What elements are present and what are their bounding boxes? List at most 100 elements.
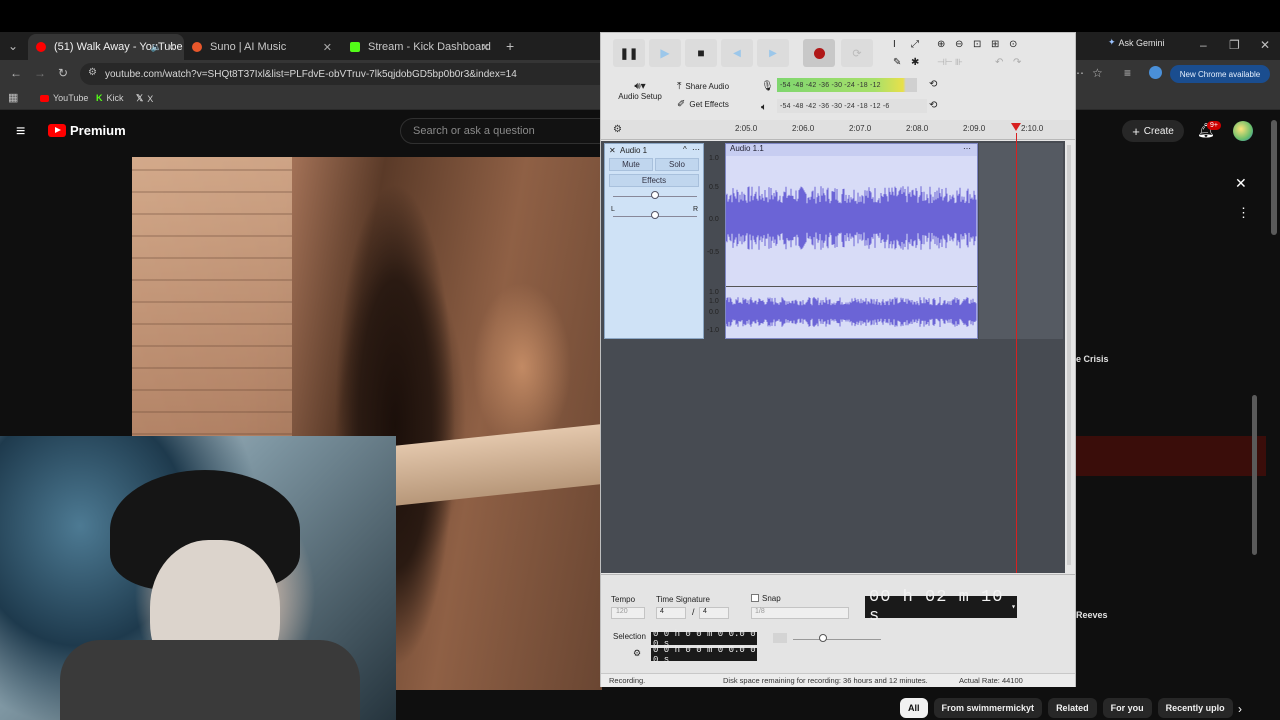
back-arrow-icon[interactable]: ← — [10, 66, 22, 80]
multi-tool-icon[interactable]: ✱ — [911, 57, 919, 68]
loop-button[interactable]: ⟳ — [841, 39, 873, 67]
undo-icon[interactable]: ↶ — [995, 57, 1003, 68]
record-button[interactable] — [803, 39, 835, 67]
skip-start-button[interactable]: ◀ — [721, 39, 753, 67]
bookmark-youtube[interactable]: YouTube — [40, 93, 88, 103]
address-bar[interactable]: ⚙ youtube.com/watch?v=SHQt8T37Ixl&list=P… — [80, 63, 610, 85]
close-window-icon[interactable]: ✕ — [1260, 38, 1270, 52]
track-menu-icon[interactable]: ⋯ — [692, 145, 700, 154]
draw-tool-icon[interactable]: ✎ — [893, 57, 901, 68]
time-sig-denominator[interactable]: 4 — [699, 607, 729, 619]
gain-slider-thumb[interactable] — [651, 191, 659, 199]
meter-options-icon[interactable]: ⟲ — [929, 79, 937, 90]
speed-slider-thumb[interactable] — [819, 634, 827, 642]
silence-icon[interactable]: ⊪ — [955, 57, 963, 68]
audio-clip[interactable]: Audio 1.1 ⋯ — [725, 143, 978, 339]
chip-for-you[interactable]: For you — [1102, 698, 1152, 718]
time-format-dropdown-icon[interactable]: ▾ — [1011, 602, 1017, 612]
tab-youtube[interactable]: (51) Walk Away - YouTube 🔈 ✕ — [28, 34, 184, 60]
selection-start-field[interactable]: 0 0 h 0 0 m 0 0.0 0 0 s — [651, 629, 757, 649]
close-track-icon[interactable]: ✕ — [609, 146, 616, 155]
close-tab-icon[interactable]: ✕ — [323, 41, 332, 54]
clip-menu-icon[interactable]: ⋯ — [963, 144, 971, 153]
mic-icon[interactable]: 🎙︎ — [761, 81, 774, 92]
site-info-icon[interactable]: ⚙ — [88, 67, 97, 78]
more-vert-icon[interactable]: ⋮ — [1237, 205, 1250, 221]
solo-button[interactable]: Solo — [655, 158, 699, 171]
vertical-scrollbar[interactable] — [1067, 145, 1071, 565]
page-scrollbar[interactable] — [1271, 120, 1277, 235]
tempo-input[interactable]: 120 — [611, 607, 645, 619]
fit-project-icon[interactable]: ⊞ — [991, 39, 999, 50]
hamburger-menu-icon[interactable]: ≡ — [16, 123, 25, 141]
empty-track-region[interactable] — [979, 143, 1063, 339]
zoom-toggle-icon[interactable]: ⊙ — [1009, 39, 1017, 50]
clip-header[interactable]: Audio 1.1 ⋯ — [726, 144, 977, 156]
pan-slider-thumb[interactable] — [651, 211, 659, 219]
record-meter[interactable]: -54 -48 -42 -36 -30 -24 -18 -12 — [777, 78, 917, 92]
trim-icon[interactable]: ⊣⊢ — [937, 57, 953, 68]
time-sig-numerator[interactable]: 4 — [656, 607, 686, 619]
time-display[interactable]: 00 h 02 m 10 s ▾ — [865, 588, 1017, 626]
meter-options-icon[interactable]: ⟲ — [929, 100, 937, 111]
get-effects-button[interactable]: ✐ Get Effects — [677, 99, 729, 110]
apps-grid-icon[interactable]: ▦ — [8, 91, 18, 104]
chip-all[interactable]: All — [900, 698, 928, 718]
bookmark-x[interactable]: 𝕏 X — [136, 93, 153, 104]
chip-related[interactable]: Related — [1048, 698, 1097, 718]
chips-next-chevron-icon[interactable]: › — [1238, 702, 1242, 716]
bookmark-star-icon[interactable]: ☆ — [1092, 66, 1103, 80]
timeline-settings-icon[interactable]: ⚙ — [613, 124, 622, 135]
speaker-icon[interactable]: 🔈︎ — [761, 102, 767, 113]
chip-from-channel[interactable]: From swimmermickyt — [933, 698, 1043, 718]
youtube-logo[interactable]: Premium — [48, 123, 126, 138]
bookmark-kick[interactable]: K Kick — [96, 93, 124, 103]
close-panel-icon[interactable]: ✕ — [1235, 175, 1247, 192]
chip-recently-uploaded[interactable]: Recently uplo — [1157, 698, 1233, 718]
reload-icon[interactable]: ↻ — [58, 66, 68, 80]
selection-end-field[interactable]: 0 0 h 0 0 m 0 0.0 0 0 s — [651, 645, 757, 665]
create-button[interactable]: + Create — [1122, 120, 1184, 142]
timeline-ruler[interactable]: ⚙ 2:05.0 2:06.0 2:07.0 2:08.0 2:09.0 2:1… — [601, 120, 1075, 140]
close-tab-icon[interactable]: ✕ — [481, 41, 490, 54]
share-audio-button[interactable]: ⤒ Share Audio — [677, 81, 729, 92]
audio-setup-button[interactable]: 🔊︎▾ Audio Setup — [611, 81, 669, 101]
tab-kick[interactable]: Stream - Kick Dashboard ✕ — [342, 34, 498, 60]
redo-icon[interactable]: ↷ — [1013, 57, 1021, 68]
zoom-in-icon[interactable]: ⊕ — [937, 39, 945, 50]
playback-meter[interactable]: -54 -48 -42 -36 -30 -24 -18 -12 -6 — [777, 99, 927, 113]
pause-button[interactable]: ❚❚ — [613, 39, 645, 67]
snap-select[interactable]: 1/8 — [751, 607, 849, 619]
fit-selection-icon[interactable]: ⊡ — [973, 39, 981, 50]
track-name[interactable]: Audio 1 — [620, 146, 647, 155]
effects-button[interactable]: Effects — [609, 174, 699, 187]
tab-search-chevron-icon[interactable]: ⌄ — [8, 39, 18, 53]
zoom-out-icon[interactable]: ⊖ — [955, 39, 963, 50]
tab-suno[interactable]: Suno | AI Music ✕ — [184, 34, 340, 60]
reading-list-icon[interactable]: ≡ — [1124, 66, 1131, 80]
play-at-speed-icon[interactable] — [773, 633, 787, 643]
minimize-icon[interactable]: – — [1200, 38, 1207, 52]
forward-arrow-icon[interactable]: → — [34, 66, 46, 80]
profile-avatar-icon[interactable] — [1149, 66, 1162, 79]
account-avatar[interactable] — [1233, 121, 1253, 141]
playhead-marker-icon[interactable] — [1011, 123, 1021, 131]
play-button[interactable]: ▶ — [649, 39, 681, 67]
skip-end-button[interactable]: ▶ — [757, 39, 789, 67]
update-chrome-button[interactable]: New Chrome available — [1170, 65, 1270, 83]
snap-checkbox[interactable] — [751, 594, 759, 602]
maximize-icon[interactable]: ❐ — [1229, 38, 1240, 52]
search-input[interactable]: Search or ask a question — [400, 118, 610, 144]
panel-item-text[interactable]: Reeves — [1076, 610, 1108, 620]
stop-button[interactable]: ■ — [685, 39, 717, 67]
panel-highlight-row[interactable] — [1076, 436, 1266, 476]
playback-speed-slider[interactable] — [793, 639, 881, 640]
mute-button[interactable]: Mute — [609, 158, 653, 171]
close-tab-icon[interactable]: ✕ — [167, 41, 176, 54]
speaker-icon[interactable]: 🔈 — [151, 42, 162, 53]
panel-scrollbar[interactable] — [1252, 395, 1257, 555]
collapse-track-icon[interactable]: ^ — [683, 145, 687, 154]
ask-gemini-button[interactable]: ✦ Ask Gemini — [1108, 37, 1165, 48]
new-tab-plus-icon[interactable]: + — [506, 38, 514, 54]
envelope-tool-icon[interactable]: ⤢ — [911, 39, 919, 50]
